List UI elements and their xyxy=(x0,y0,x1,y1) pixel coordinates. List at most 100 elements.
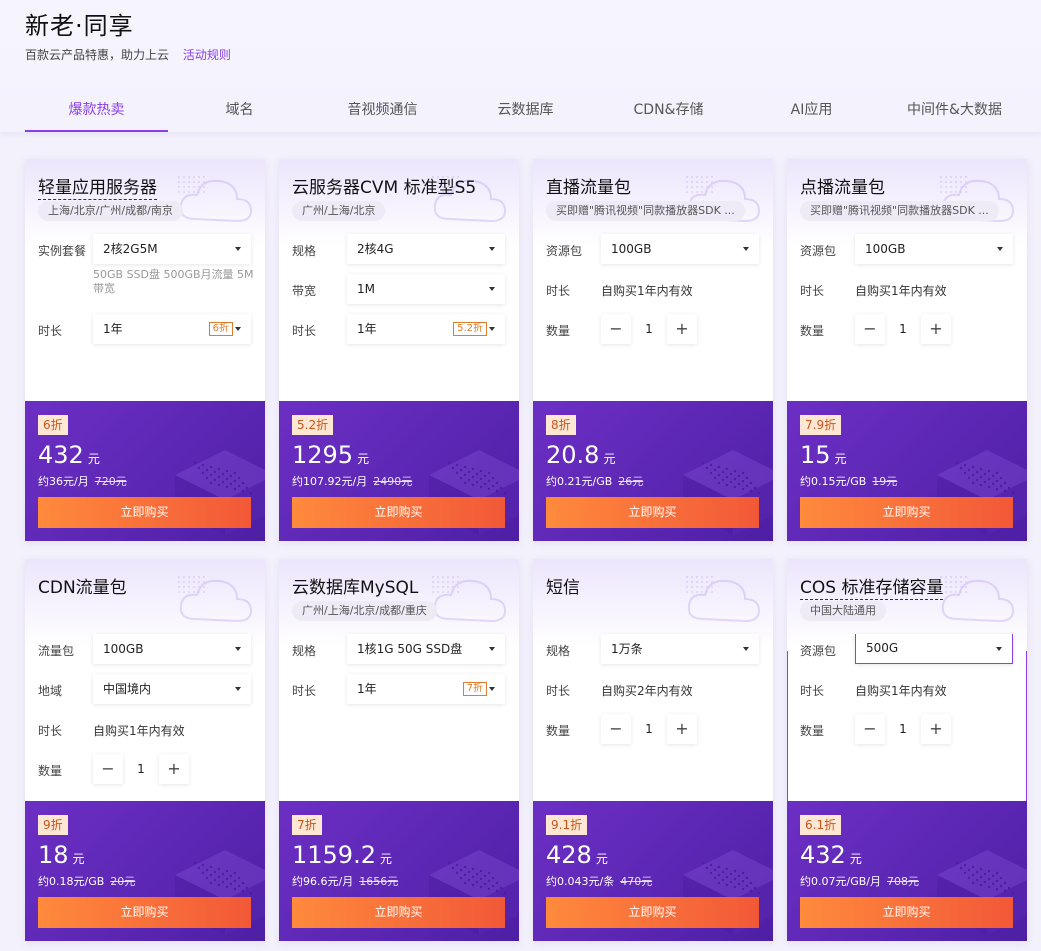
plus-button[interactable]: + xyxy=(667,714,697,744)
minus-button[interactable]: − xyxy=(855,714,885,744)
quantity-stepper: −1 + xyxy=(855,314,951,344)
field-label: 实例套餐 xyxy=(38,244,87,258)
price-panel: 6折 432 元约36元/月 720元 立即购买 xyxy=(25,401,265,541)
tab-av[interactable]: 音视频通信 xyxy=(311,92,454,132)
price-value: 15 xyxy=(800,441,831,469)
field-label: 时长 xyxy=(38,324,63,338)
field-label: 时长 xyxy=(546,284,571,298)
unit-price: 约96.6元/月 1656元 xyxy=(292,873,398,889)
card-title[interactable]: 轻量应用服务器 xyxy=(38,173,157,200)
field-label: 时长 xyxy=(800,684,825,698)
original-price: 708元 xyxy=(886,875,919,888)
select-value: 1年 xyxy=(103,322,123,336)
cloud-icon xyxy=(937,573,1017,629)
discount-badge: 6.1折 xyxy=(800,815,842,835)
chevron-down-icon xyxy=(235,327,241,331)
region-tag: 中国大陆通用 xyxy=(800,601,886,621)
price-unit: 元 xyxy=(849,852,862,866)
minus-button[interactable]: − xyxy=(601,314,631,344)
option-select[interactable]: 2核4G xyxy=(347,234,505,264)
validity-text: 自购买1年内有效 xyxy=(93,724,185,738)
original-price: 19元 xyxy=(872,475,898,488)
field-label: 资源包 xyxy=(546,244,583,258)
select-value: 500G xyxy=(866,641,899,655)
cloud-icon xyxy=(429,573,509,629)
tab-middleware[interactable]: 中间件&大数据 xyxy=(883,92,1026,132)
quantity-value[interactable]: 1 xyxy=(631,314,667,344)
field-label: 规格 xyxy=(292,244,317,258)
header-area: 新老·同享 百款云产品特惠，助力上云 活动规则 爆款热卖 域名 音视频通信 云数… xyxy=(0,0,1041,132)
tab-domain[interactable]: 域名 xyxy=(168,92,311,132)
region-tag: 广州/上海/北京/成都/重庆 xyxy=(292,601,437,621)
tab-hot[interactable]: 爆款热卖 xyxy=(25,92,168,132)
chevron-down-icon xyxy=(997,247,1003,251)
option-select[interactable]: 100GB xyxy=(855,234,1013,264)
quantity-value[interactable]: 1 xyxy=(885,714,921,744)
spec-note: 50GB SSD盘 500GB月流量 5M带宽 xyxy=(93,268,254,295)
buy-now-button[interactable]: 立即购买 xyxy=(546,897,759,928)
select-value: 100GB xyxy=(103,642,144,656)
product-card: 短信 规格 1万条 时长 自购买2年内有效 数量 −1 +9.1折 428 元约0.043元/条 4… xyxy=(533,559,773,941)
unit-price-text: 约0.18元/GB xyxy=(38,875,105,888)
page-title: 新老·同享 xyxy=(25,12,134,40)
activity-rules-link[interactable]: 活动规则 xyxy=(183,48,231,62)
buy-now-button[interactable]: 立即购买 xyxy=(38,897,251,928)
select-value: 2核4G xyxy=(357,242,394,256)
option-select[interactable]: 中国境内 xyxy=(93,674,251,704)
minus-button[interactable]: − xyxy=(855,314,885,344)
field-label: 数量 xyxy=(800,324,825,338)
quantity-value[interactable]: 1 xyxy=(885,314,921,344)
option-select[interactable]: 1年 6折 xyxy=(93,314,251,344)
tab-ai[interactable]: AI应用 xyxy=(740,92,883,132)
region-tag: 上海/北京/广州/成都/南京 xyxy=(38,201,183,221)
buy-now-button[interactable]: 立即购买 xyxy=(292,897,505,928)
minus-button[interactable]: − xyxy=(601,714,631,744)
plus-button[interactable]: + xyxy=(667,314,697,344)
quantity-value[interactable]: 1 xyxy=(123,754,159,784)
price-unit: 元 xyxy=(379,852,392,866)
unit-price: 约0.15元/GB 19元 xyxy=(800,473,897,489)
select-value: 1万条 xyxy=(611,642,643,656)
price-panel: 5.2折 1295 元约107.92元/月 2490元 立即购买 xyxy=(279,401,519,541)
unit-price-text: 约0.07元/GB/月 xyxy=(800,875,881,888)
buy-now-button[interactable]: 立即购买 xyxy=(292,497,505,528)
field-label: 带宽 xyxy=(292,284,317,298)
card-title: 云服务器CVM 标准型S5 xyxy=(292,178,477,198)
price-value: 20.8 xyxy=(546,441,600,469)
field-label: 时长 xyxy=(38,724,63,738)
card-title[interactable]: COS 标准存储容量 xyxy=(800,573,944,600)
option-select[interactable]: 500G xyxy=(855,634,1013,664)
price-value: 1159.2 xyxy=(292,841,376,869)
field-label: 规格 xyxy=(546,644,571,658)
option-select[interactable]: 1年 7折 xyxy=(347,674,505,704)
tab-database[interactable]: 云数据库 xyxy=(454,92,597,132)
buy-now-button[interactable]: 立即购买 xyxy=(546,497,759,528)
option-select[interactable]: 1年 5.2折 xyxy=(347,314,505,344)
minus-button[interactable]: − xyxy=(93,754,123,784)
chevron-down-icon xyxy=(996,647,1002,651)
buy-now-button[interactable]: 立即购买 xyxy=(800,897,1013,928)
field-label: 数量 xyxy=(546,324,571,338)
field-label: 时长 xyxy=(292,684,317,698)
quantity-value[interactable]: 1 xyxy=(631,714,667,744)
buy-now-button[interactable]: 立即购买 xyxy=(38,497,251,528)
buy-now-button[interactable]: 立即购买 xyxy=(800,497,1013,528)
plus-button[interactable]: + xyxy=(921,714,951,744)
option-select[interactable]: 100GB xyxy=(601,234,759,264)
select-value: 1核1G 50G SSD盘 xyxy=(357,642,463,656)
price-unit: 元 xyxy=(595,852,608,866)
option-select[interactable]: 2核2G5M xyxy=(93,234,251,264)
field-label: 规格 xyxy=(292,644,317,658)
region-tag: 买即赠"腾讯视频"同款播放器SDK ... xyxy=(800,201,999,221)
option-select[interactable]: 1核1G 50G SSD盘 xyxy=(347,634,505,664)
price-unit: 元 xyxy=(834,452,847,466)
option-select[interactable]: 100GB xyxy=(93,634,251,664)
unit-price: 约0.18元/GB 20元 xyxy=(38,873,135,889)
option-select[interactable]: 1M xyxy=(347,274,505,304)
plus-button[interactable]: + xyxy=(921,314,951,344)
option-select[interactable]: 1万条 xyxy=(601,634,759,664)
chevron-down-icon xyxy=(743,247,749,251)
plus-button[interactable]: + xyxy=(159,754,189,784)
tab-cdn-storage[interactable]: CDN&存储 xyxy=(597,92,740,132)
original-price: 470元 xyxy=(620,875,653,888)
